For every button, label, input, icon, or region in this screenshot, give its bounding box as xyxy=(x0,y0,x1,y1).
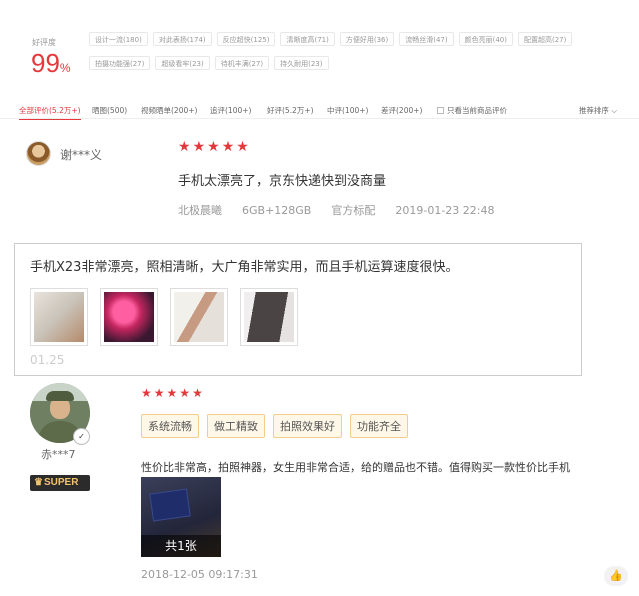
order-info: 北极晨曦 6GB+128GB 官方标配 2019-01-23 22:48 xyxy=(178,202,514,218)
filter-all[interactable]: 全部评价(5.2万+) xyxy=(19,105,81,120)
like-icon[interactable]: 👍 xyxy=(604,566,628,586)
rate-unit: % xyxy=(59,61,71,75)
impression-tag[interactable]: 待机丰满(27) xyxy=(214,56,270,70)
review-filter-bar: 全部评价(5.2万+) 晒图(500) 视频晒单(200+) 追评(100+) … xyxy=(0,103,639,120)
impression-tag[interactable]: 设计一流(180) xyxy=(89,32,148,46)
impression-tag[interactable]: 对此表扬(174) xyxy=(152,32,212,46)
review-photo-thumb[interactable] xyxy=(170,288,228,346)
star-rating: ★ ★ ★ ★ ★ xyxy=(141,387,203,399)
current-only-label: 只看当前商品评价 xyxy=(447,106,507,115)
followup-date: 01.25 xyxy=(30,353,65,367)
checkbox-icon[interactable] xyxy=(437,107,444,114)
avatar-cap xyxy=(46,391,74,401)
impression-tag[interactable]: 方便好用(36) xyxy=(339,32,395,46)
product-color: 北极晨曦 xyxy=(178,204,222,217)
impression-tag[interactable]: 配置超高(27) xyxy=(517,32,573,46)
chevron-down-icon: ⌵ xyxy=(611,106,617,115)
plus-member-icon: ✓ xyxy=(73,428,90,445)
review-datetime: 2018-12-05 09:17:31 xyxy=(141,568,258,581)
star-icon: ★ xyxy=(207,139,220,155)
review-tags: 系统流畅 做工精致 拍照效果好 功能齐全 xyxy=(141,414,408,438)
filter-video[interactable]: 视频晒单(200+) xyxy=(141,105,197,116)
rating-summary: 好评度 99% 设计一流(180) 对此表扬(174) 反应超快(125) 清晰度高(… xyxy=(0,0,639,90)
followup-text: 手机X23非常漂亮，照相清晰，大广角非常实用，而且手机运算速度很快。 xyxy=(30,260,459,275)
filter-followup[interactable]: 追评(100+) xyxy=(210,105,251,116)
review-photo-thumb[interactable] xyxy=(100,288,158,346)
review-text: 手机太漂亮了，京东快递快到没商量 xyxy=(178,174,387,189)
rate-value: 99% xyxy=(31,48,71,79)
star-icon: ★ xyxy=(236,139,249,155)
star-icon: ★ xyxy=(221,139,235,155)
rate-number: 99 xyxy=(31,48,60,78)
impression-tag[interactable]: 清晰度高(71) xyxy=(280,32,335,46)
star-icon: ★ xyxy=(178,139,191,155)
username: 谢***义 xyxy=(60,148,103,162)
username: 赤***7 xyxy=(41,448,76,461)
followup-review: 手机X23非常漂亮，照相清晰，大广角非常实用，而且手机运算速度很快。 01.25 xyxy=(14,243,582,376)
impression-tag[interactable]: 持久耐用(23) xyxy=(274,56,329,70)
current-only-toggle[interactable]: 只看当前商品评价 xyxy=(437,105,507,116)
member-level-badge: ♛SUPER xyxy=(30,475,90,491)
impression-tag[interactable]: 拍摄功能强(27) xyxy=(89,56,151,70)
impression-tag[interactable]: 超级看牢(23) xyxy=(155,56,210,70)
star-icon: ★ xyxy=(153,386,165,400)
crown-icon: ♛ xyxy=(34,477,43,488)
star-icon: ★ xyxy=(179,386,191,400)
review-tag: 做工精致 xyxy=(207,414,265,438)
filter-photos[interactable]: 晒图(500) xyxy=(92,105,127,116)
photo-subject xyxy=(149,488,191,522)
sort-label: 推荐排序 xyxy=(578,106,609,115)
sort-dropdown[interactable]: 推荐排序 ⌵ xyxy=(579,105,617,116)
review-tag: 功能齐全 xyxy=(350,414,408,438)
review-text: 性价比非常高，拍照神器，女生用非常合适，给的赠品也不错。值得购买一款性价比手机 xyxy=(141,461,570,474)
member-level-label: SUPER xyxy=(43,477,79,488)
star-icon: ★ xyxy=(192,386,203,400)
impression-tag[interactable]: 反应超快(125) xyxy=(216,32,276,46)
star-icon: ★ xyxy=(166,386,178,400)
filter-positive[interactable]: 好评(5.2万+) xyxy=(267,105,314,116)
product-config: 官方标配 xyxy=(331,204,376,217)
photo-count: 共1张 xyxy=(141,535,221,557)
review-photo-thumb[interactable]: 共1张 xyxy=(141,477,221,557)
review-tag: 拍照效果好 xyxy=(273,414,342,438)
star-rating: ★ ★ ★ ★ ★ xyxy=(178,140,249,154)
filter-neutral[interactable]: 中评(100+) xyxy=(327,105,368,116)
avatar xyxy=(26,141,51,166)
review-datetime: 2019-01-23 22:48 xyxy=(395,204,495,217)
impression-tag[interactable]: 流畅丝滑(47) xyxy=(399,32,454,46)
rate-label: 好评度 xyxy=(32,38,56,47)
review-photo-thumb[interactable] xyxy=(30,288,88,346)
review-photo-thumb[interactable] xyxy=(240,288,298,346)
star-icon: ★ xyxy=(141,386,152,400)
impression-tags: 设计一流(180) 对此表扬(174) 反应超快(125) 清晰度高(71) 方便好用(… xyxy=(89,27,637,75)
product-spec: 6GB+128GB xyxy=(242,204,312,217)
impression-tag[interactable]: 颜色亮丽(40) xyxy=(458,32,513,46)
star-icon: ★ xyxy=(192,139,206,155)
filter-negative[interactable]: 差评(200+) xyxy=(381,105,422,116)
review-tag: 系统流畅 xyxy=(141,414,199,438)
